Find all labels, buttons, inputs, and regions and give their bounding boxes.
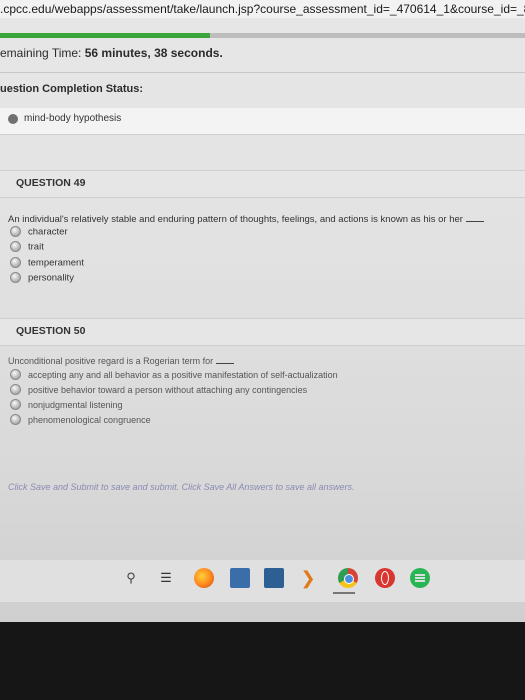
q49-option-trait[interactable]: trait [10,238,44,253]
taskbar [0,560,525,602]
option-label: accepting any and all behavior as a posi… [28,369,338,380]
q49-option-personality[interactable]: personality [10,269,74,284]
radio-icon[interactable] [10,369,21,381]
radio-icon[interactable] [10,241,21,253]
question-49-prompt: An individual's relatively stable and en… [8,214,463,225]
q49-option-temperament[interactable]: temperament [10,254,84,269]
question-49-header: QUESTION 49 [0,170,525,198]
answer-blank [215,354,234,364]
option-label: temperament [28,257,84,269]
radio-icon[interactable] [10,384,21,396]
timer-progress-bar [0,33,525,38]
remaining-time: emaining Time: 56 minutes, 38 seconds. [0,46,223,60]
browser-screen: .cpcc.edu/webapps/assessment/take/launch… [0,0,525,622]
address-bar[interactable]: .cpcc.edu/webapps/assessment/take/launch… [0,0,525,18]
radio-icon[interactable] [10,272,21,284]
active-app-indicator [333,592,355,594]
opera-icon[interactable] [375,568,395,588]
question-49-text: An individual's relatively stable and en… [8,212,484,225]
task-view-icon[interactable]: ☰ [156,568,176,588]
monitor-bezel [0,622,525,700]
question-50-heading: QUESTION 50 [16,325,86,337]
option-label: nonjudgmental listening [28,399,123,410]
radio-icon[interactable] [10,414,21,426]
remaining-time-value: 56 minutes, 38 seconds. [84,46,223,60]
option-label: character [28,226,68,238]
store-icon[interactable] [230,568,250,588]
answered-dot-icon [8,114,18,124]
remaining-time-label: emaining Time: [0,46,82,60]
arrow-icon[interactable]: ❯ [298,568,318,588]
answer-blank [465,212,484,222]
option-label: phenomenological congruence [28,414,151,425]
completion-item-label: mind-body hypothesis [24,113,122,124]
q50-option-positive-behavior[interactable]: positive behavior toward a person withou… [10,381,308,396]
timer-progress-fill [0,33,210,38]
question-50-text: Unconditional positive regard is a Roger… [8,354,234,366]
completion-status-row[interactable]: mind-body hypothesis [0,108,525,135]
question-50-header: QUESTION 50 [0,318,525,346]
url-text: .cpcc.edu/webapps/assessment/take/launch… [0,2,525,16]
q50-option-phenomenological[interactable]: phenomenological congruence [10,411,151,426]
option-label: positive behavior toward a person withou… [28,384,308,395]
firefox-icon[interactable] [194,568,214,588]
search-icon[interactable]: ⚲ [124,568,138,588]
q49-option-character[interactable]: character [10,223,68,238]
save-instructions: Click Save and Submit to save and submit… [8,482,355,492]
photos-icon[interactable] [264,568,284,588]
divider [0,72,525,73]
spotify-icon[interactable] [410,568,430,588]
question-50-prompt: Unconditional positive regard is a Roger… [8,356,214,366]
chrome-icon[interactable] [338,568,358,588]
q50-option-accepting[interactable]: accepting any and all behavior as a posi… [10,366,338,381]
radio-icon[interactable] [10,399,21,411]
completion-status-title: uestion Completion Status: [0,83,143,95]
question-49-heading: QUESTION 49 [16,177,86,189]
option-label: personality [28,272,74,284]
option-label: trait [28,241,44,253]
q50-option-nonjudgmental[interactable]: nonjudgmental listening [10,396,123,411]
radio-icon[interactable] [10,226,21,238]
radio-icon[interactable] [10,257,21,269]
